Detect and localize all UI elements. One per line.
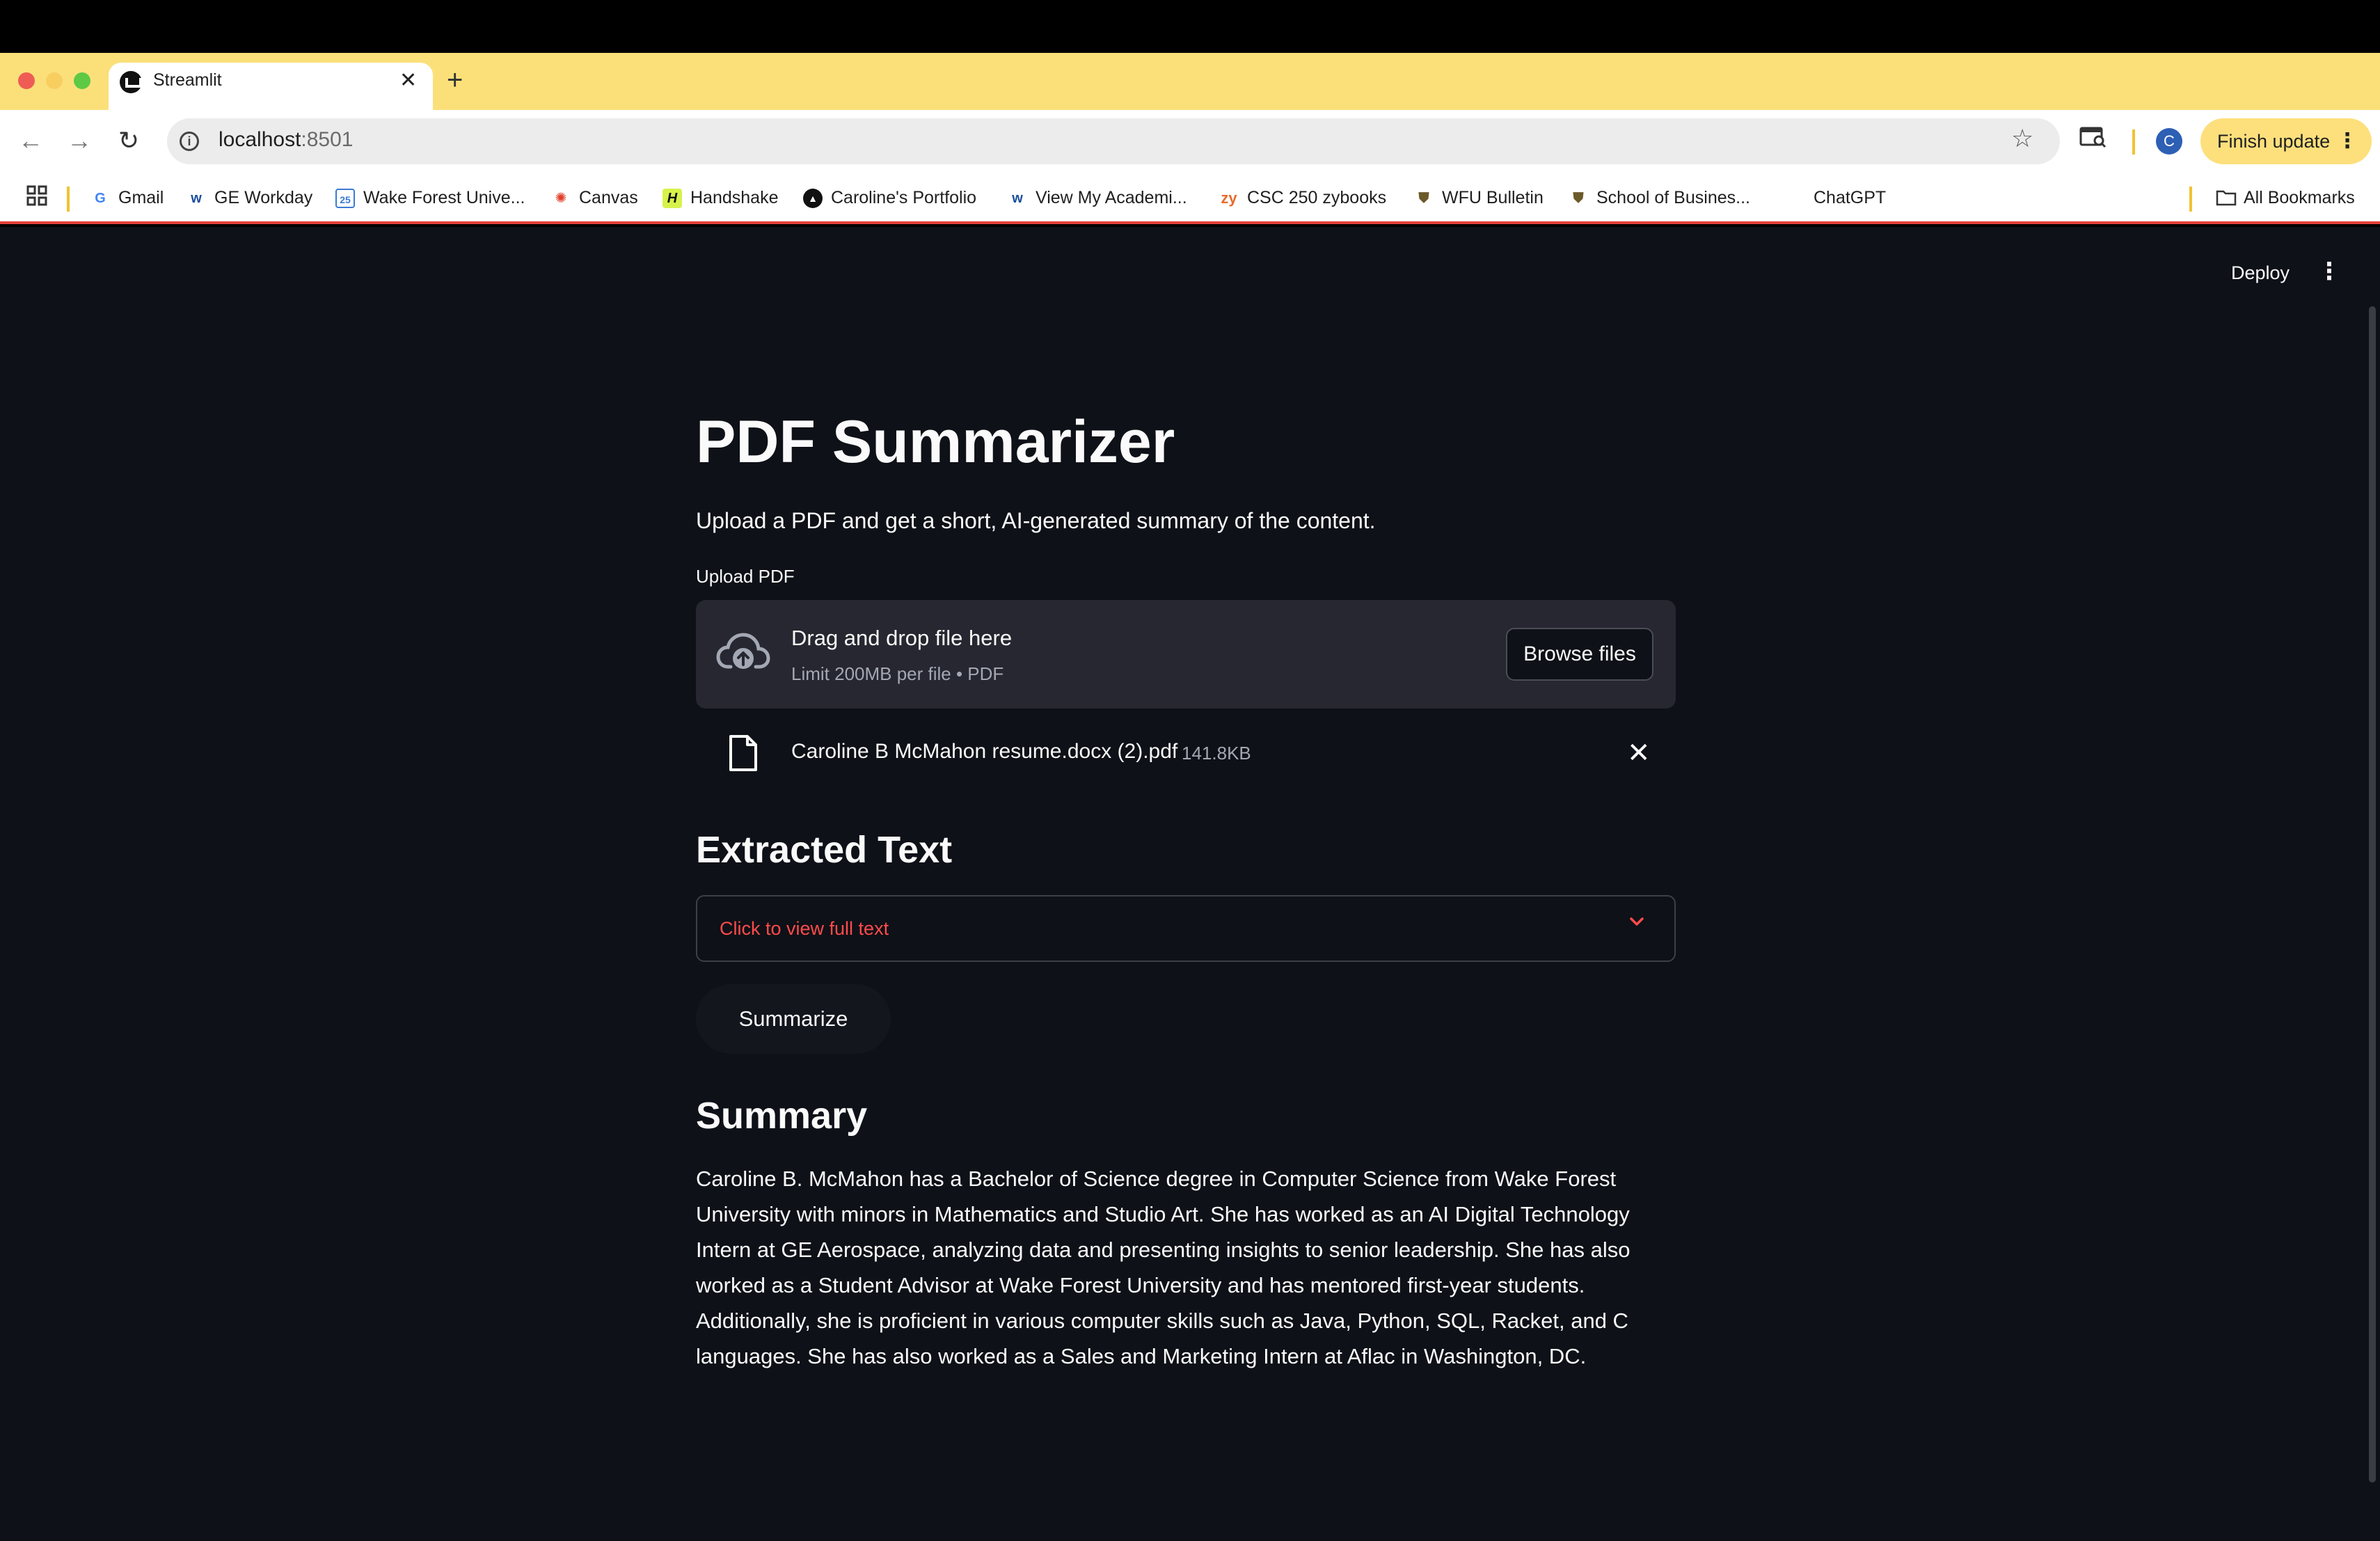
uploaded-file-name: Caroline B McMahon resume.docx (2).pdf: [791, 740, 1178, 763]
bookmarks-divider: [67, 187, 70, 212]
bookmark-wfu-bulletin[interactable]: ⛊ WFU Bulletin: [1414, 185, 1544, 210]
bookmark-view-academics[interactable]: w View My Academi...: [1008, 185, 1187, 210]
shield-icon: ⛊: [1418, 191, 1429, 207]
uploaded-file-size: 141.8KB: [1182, 743, 1251, 764]
main-menu-icon[interactable]: ⋮: [2317, 258, 2341, 285]
bookmark-handshake[interactable]: H Handshake: [663, 185, 778, 210]
shield-icon: ⛊: [1573, 191, 1584, 207]
page-title: PDF Summarizer: [696, 409, 1175, 475]
minimize-window-button[interactable]: [46, 72, 63, 89]
bookmark-wake-forest[interactable]: 25 Wake Forest Unive...: [335, 185, 525, 210]
bookmark-gmail[interactable]: G Gmail: [90, 185, 164, 210]
workday-icon: w: [1012, 191, 1023, 207]
upload-label: Upload PDF: [696, 566, 795, 587]
apps-grid-icon[interactable]: [26, 185, 47, 213]
expander-label: Click to view full text: [720, 918, 889, 939]
scrollbar[interactable]: [2369, 306, 2376, 1483]
new-tab-icon[interactable]: +: [447, 63, 463, 97]
browse-files-button[interactable]: Browse files: [1506, 628, 1653, 681]
file-icon: [728, 734, 759, 773]
calendar-icon: 25: [335, 189, 355, 209]
zybooks-icon: zy: [1221, 189, 1237, 207]
portfolio-icon: ▲: [803, 189, 823, 209]
maximize-window-button[interactable]: [74, 72, 90, 89]
tab-close-icon[interactable]: ✕: [399, 67, 417, 95]
tab-title: Streamlit: [153, 70, 222, 90]
finish-update-button[interactable]: Finish update ⋮: [2200, 118, 2372, 164]
extracted-text-heading: Extracted Text: [696, 829, 953, 871]
chevron-down-icon: [1627, 912, 1647, 931]
reload-icon[interactable]: ↻: [118, 125, 139, 156]
address-bar[interactable]: [167, 118, 2060, 164]
workday-icon: w: [191, 191, 202, 207]
screen-top-bar: [0, 0, 2380, 53]
google-icon: G: [95, 191, 106, 207]
bookmark-canvas[interactable]: ✺ Canvas: [551, 185, 638, 210]
profile-avatar[interactable]: C: [2156, 128, 2182, 155]
summary-heading: Summary: [696, 1095, 868, 1137]
bookmark-zybooks[interactable]: zy CSC 250 zybooks: [1219, 185, 1386, 210]
bookmark-school-of-business[interactable]: ⛊ School of Busines...: [1569, 185, 1750, 210]
remove-file-icon[interactable]: ✕: [1627, 738, 1651, 768]
page-subtitle: Upload a PDF and get a short, AI-generat…: [696, 508, 1376, 533]
site-info-icon[interactable]: i: [180, 132, 199, 151]
more-menu-icon[interactable]: ⋮: [2337, 118, 2358, 164]
handshake-icon: H: [663, 189, 682, 209]
dropzone-limit: Limit 200MB per file • PDF: [791, 663, 1004, 684]
dropzone-title: Drag and drop file here: [791, 626, 1013, 650]
url-text[interactable]: localhost:8501: [219, 128, 353, 152]
bookmark-ge-workday[interactable]: w GE Workday: [187, 185, 312, 210]
forward-icon[interactable]: →: [67, 125, 92, 156]
back-icon[interactable]: ←: [18, 125, 43, 156]
all-bookmarks[interactable]: All Bookmarks: [2216, 185, 2355, 210]
close-window-button[interactable]: [18, 72, 35, 89]
summary-text: Caroline B. McMahon has a Bachelor of Sc…: [696, 1167, 1631, 1368]
bookmarks-divider: [2189, 187, 2192, 212]
cloud-upload-icon: [715, 626, 771, 682]
tab-search-icon[interactable]: [2079, 125, 2107, 155]
folder-icon: [2216, 189, 2237, 208]
summarize-button[interactable]: Summarize: [696, 984, 891, 1054]
deploy-button[interactable]: Deploy: [2231, 260, 2290, 285]
bookmark-caroline-portfolio[interactable]: ▲ Caroline's Portfolio: [803, 185, 976, 210]
streamlit-icon: [120, 71, 142, 93]
toolbar-divider: [2132, 129, 2135, 155]
bookmark-star-icon[interactable]: ☆: [2011, 124, 2033, 153]
canvas-icon: ✺: [555, 191, 567, 207]
bookmark-chatgpt[interactable]: ChatGPT: [1814, 185, 1886, 210]
